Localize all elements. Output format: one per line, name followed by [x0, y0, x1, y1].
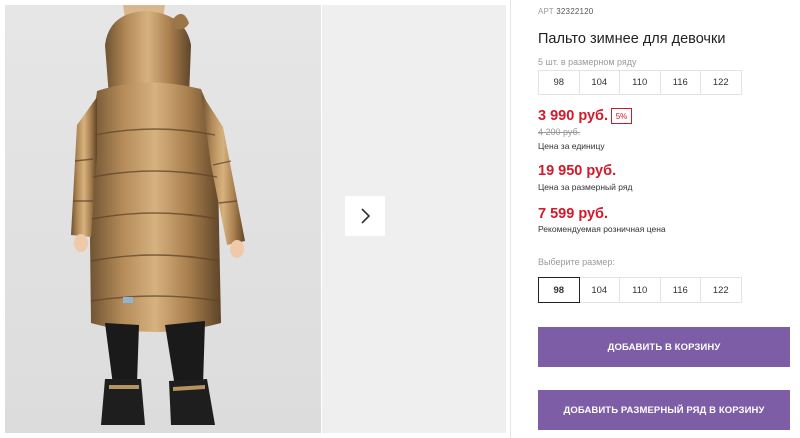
- pack-label: 5 шт. в размерном ряду: [538, 57, 637, 67]
- pack-price-note: Цена за размерный ряд: [538, 182, 633, 192]
- gallery-next-button[interactable]: [345, 196, 385, 236]
- retail-price-note: Рекомендуемая розничная цена: [538, 224, 666, 234]
- product-title: Пальто зимнее для девочки: [538, 31, 726, 47]
- unit-price-note: Цена за единицу: [538, 141, 605, 151]
- choose-size-label: Выберите размер:: [538, 257, 615, 267]
- chevron-right-icon: [361, 208, 371, 224]
- unit-price: 3 990 руб.: [538, 108, 609, 124]
- pack-price: 19 950 руб.: [538, 163, 617, 179]
- size-selector: 98 104 110 116 122: [538, 277, 742, 303]
- article-number: АРТ 32322120: [538, 7, 594, 16]
- pack-size-row: 98 104 110 116 122: [538, 70, 742, 95]
- size-option-98[interactable]: 98: [538, 277, 580, 303]
- coat-illustration: [5, 5, 321, 433]
- size-option-104[interactable]: 104: [578, 277, 620, 303]
- size-option-122[interactable]: 122: [700, 277, 742, 303]
- pack-size-cell: 122: [700, 70, 742, 95]
- old-price: 4 200 руб.: [538, 127, 581, 137]
- product-gallery: [0, 0, 510, 438]
- pack-size-cell: 116: [659, 70, 701, 95]
- add-pack-to-cart-button[interactable]: ДОБАВИТЬ РАЗМЕРНЫЙ РЯД В КОРЗИНУ: [538, 390, 790, 430]
- add-to-cart-button[interactable]: ДОБАВИТЬ В КОРЗИНУ: [538, 327, 790, 367]
- retail-price: 7 599 руб.: [538, 206, 609, 222]
- discount-badge: 5%: [611, 108, 632, 124]
- size-option-116[interactable]: 116: [659, 277, 701, 303]
- size-option-110[interactable]: 110: [619, 277, 661, 303]
- pack-size-cell: 104: [578, 70, 620, 95]
- pack-size-cell: 110: [619, 70, 661, 95]
- panel-divider: [510, 0, 511, 438]
- pack-size-cell: 98: [538, 70, 580, 95]
- product-details: АРТ 32322120 Пальто зимнее для девочки 5…: [538, 0, 800, 438]
- product-photo[interactable]: [5, 5, 321, 433]
